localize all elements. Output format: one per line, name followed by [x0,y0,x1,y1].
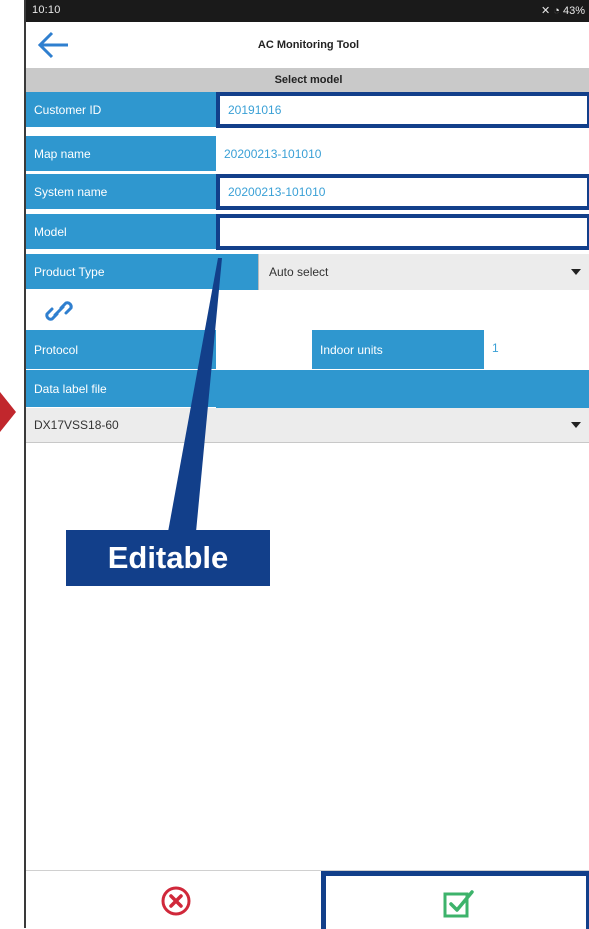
editable-callout: Editable [66,530,270,586]
red-pointer-marker [0,392,16,432]
confirm-button[interactable] [321,871,589,929]
callout-pointer [168,258,222,532]
device-screen: 10:10 ✕ ◔ 43% AC Monitoring Tool Select … [24,0,589,929]
outer-frame [0,0,24,928]
cancel-circle-icon [161,886,191,916]
checkbox-confirm-icon [443,890,474,918]
cancel-button[interactable] [26,871,321,929]
bottom-action-bar [26,870,589,929]
